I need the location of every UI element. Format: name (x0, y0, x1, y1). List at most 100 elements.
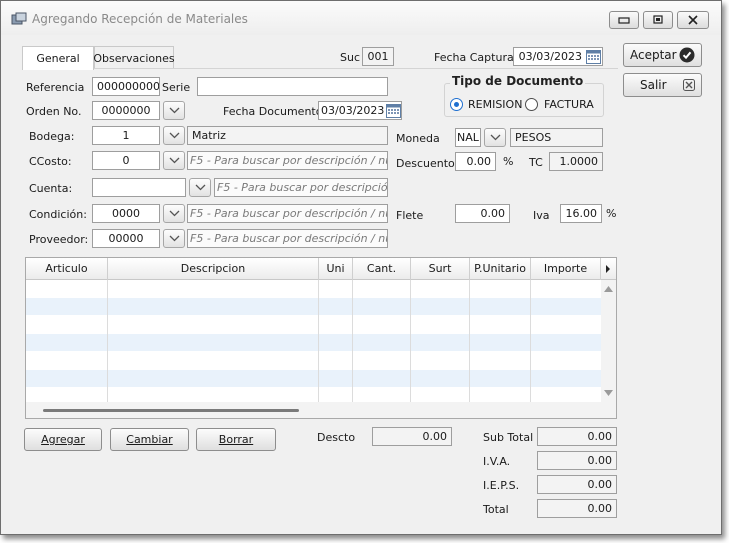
table-row[interactable] (26, 388, 601, 402)
items-grid[interactable]: Articulo Descripcion Uni Cant. Surt P.Un… (25, 257, 617, 419)
column-header-punitario[interactable]: P.Unitario (470, 258, 531, 280)
proveedor-search-hint[interactable]: F5 - Para buscar por descripción / númer… (187, 229, 388, 248)
column-header-descripcion[interactable]: Descripcion (108, 258, 319, 280)
bodega-dropdown-button[interactable] (163, 126, 185, 145)
cuenta-label: Cuenta: (29, 182, 73, 195)
condicion-field[interactable]: 0000 (92, 204, 160, 223)
descuento-field[interactable]: 0.00 (455, 152, 496, 171)
minimize-icon (618, 17, 630, 24)
tab-divider (22, 68, 618, 69)
total-field: 0.00 (537, 499, 617, 518)
iva-field[interactable]: 16.00 (560, 204, 602, 223)
proveedor-label: Proveedor: (29, 233, 89, 246)
table-row[interactable] (26, 352, 601, 369)
fecha-documento-label: Fecha Documento (223, 105, 323, 118)
suc-field[interactable]: 001 (362, 47, 394, 66)
table-row[interactable] (26, 334, 601, 351)
close-icon (688, 15, 698, 25)
minimize-button[interactable] (609, 11, 639, 29)
cuenta-dropdown-button[interactable] (189, 178, 211, 197)
column-header-uni[interactable]: Uni (319, 258, 353, 280)
title-bar[interactable]: Agregando Recepción de Materiales (1, 1, 721, 35)
fecha-captura-value: 03/03/2023 (518, 50, 582, 63)
bodega-label: Bodega: (29, 130, 75, 143)
column-header-articulo[interactable]: Articulo (26, 258, 108, 280)
horizontal-scrollbar[interactable] (26, 402, 616, 418)
vertical-scrollbar[interactable] (601, 280, 616, 402)
flete-label: Flete (396, 209, 424, 222)
maximize-icon (653, 15, 663, 24)
chevron-down-icon (169, 210, 179, 217)
bodega-description: Matriz (187, 126, 388, 145)
borrar-button[interactable]: Borrar (196, 428, 276, 451)
column-divider (318, 280, 319, 402)
flete-field[interactable]: 0.00 (455, 204, 510, 223)
tc-label: TC (529, 156, 543, 169)
factura-label: FACTURA (544, 98, 594, 111)
iva-label: Iva (533, 209, 550, 222)
table-row[interactable] (26, 370, 601, 387)
scroll-right-arrow-icon[interactable] (605, 265, 611, 273)
fecha-documento-value: 03/03/2023 (321, 104, 385, 117)
radio-remision[interactable] (450, 98, 463, 111)
moneda-dropdown-button[interactable] (484, 128, 506, 147)
exit-button[interactable]: Salir (623, 73, 702, 97)
orden-dropdown-button[interactable] (163, 101, 185, 120)
chevron-down-icon (169, 107, 179, 114)
chevron-down-icon (195, 184, 205, 191)
scroll-up-arrow-icon[interactable] (604, 286, 613, 292)
moneda-code-field[interactable]: NAL (455, 128, 481, 147)
window-title: Agregando Recepción de Materiales (32, 12, 248, 26)
table-row[interactable] (26, 298, 601, 315)
column-header-surt[interactable]: Surt (411, 258, 470, 280)
ccosto-search-hint[interactable]: F5 - Para buscar por descripción / númer… (187, 151, 388, 170)
column-divider (469, 280, 470, 402)
column-header-importe[interactable]: Importe (531, 258, 601, 280)
maximize-button[interactable] (643, 11, 673, 29)
fecha-captura-label: Fecha Captura (434, 51, 514, 64)
column-divider (410, 280, 411, 402)
ccosto-dropdown-button[interactable] (163, 151, 185, 170)
referencia-field[interactable]: 000000000 (92, 77, 160, 96)
proveedor-dropdown-button[interactable] (163, 229, 185, 248)
ccosto-label: CCosto: (29, 155, 72, 168)
table-row[interactable] (26, 280, 601, 297)
serie-label: Serie (162, 81, 191, 94)
moneda-label: Moneda (396, 132, 440, 145)
close-window-button[interactable] (677, 11, 709, 29)
orden-field[interactable]: 0000000 (92, 101, 160, 120)
cuenta-field[interactable] (92, 178, 186, 197)
condicion-label: Condición: (29, 208, 87, 221)
condicion-dropdown-button[interactable] (163, 204, 185, 223)
tab-general[interactable]: General (22, 46, 94, 70)
main-window: Agregando Recepción de Materiales Genera… (0, 0, 722, 535)
borrar-label: Borrar (218, 433, 254, 446)
chevron-down-icon (490, 134, 500, 141)
calendar-icon[interactable] (586, 49, 601, 64)
total-label: Total (483, 503, 509, 516)
radio-factura[interactable] (525, 98, 538, 111)
tipo-documento-title: Tipo de Documento (450, 74, 586, 88)
column-header-cant[interactable]: Cant. (353, 258, 411, 280)
tc-field[interactable]: 1.0000 (549, 152, 603, 171)
ieps-field: 0.00 (537, 475, 617, 494)
tab-general-label: General (36, 52, 80, 65)
serie-field[interactable] (197, 77, 388, 96)
cambiar-button[interactable]: Cambiar (110, 428, 189, 451)
tab-observaciones[interactable]: Observaciones (93, 46, 175, 69)
exit-label: Salir (640, 78, 667, 92)
proveedor-field[interactable]: 00000 (92, 229, 160, 248)
condicion-search-hint[interactable]: F5 - Para buscar por descripción / númer… (187, 204, 388, 223)
scroll-down-arrow-icon[interactable] (604, 390, 613, 396)
calendar-icon[interactable] (386, 103, 401, 118)
bodega-field[interactable]: 1 (92, 126, 160, 145)
accept-button[interactable]: Aceptar (623, 43, 702, 67)
table-row[interactable] (26, 316, 601, 333)
ccosto-field[interactable]: 0 (92, 151, 160, 170)
referencia-label: Referencia (26, 81, 85, 94)
descto-field: 0.00 (372, 427, 452, 446)
cuenta-search-hint[interactable]: F5 - Para buscar por descripción / númer… (214, 178, 388, 197)
chevron-down-icon (169, 132, 179, 139)
agregar-button[interactable]: Agregar (24, 428, 102, 451)
horizontal-scroll-thumb[interactable] (43, 409, 299, 412)
